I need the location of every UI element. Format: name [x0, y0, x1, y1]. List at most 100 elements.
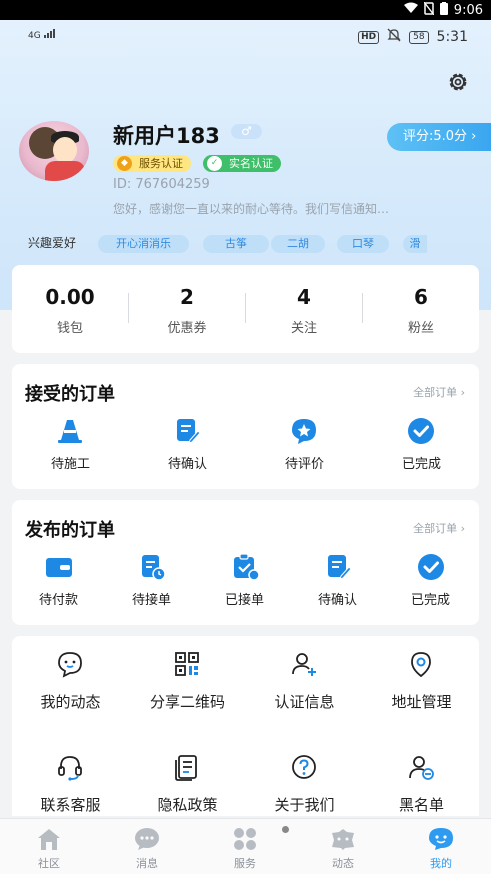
- moments-icon: [330, 827, 356, 851]
- tool-cert-info[interactable]: 认证信息: [246, 636, 363, 714]
- real-name-badge: ✓ 实名认证: [203, 155, 281, 172]
- stat-value: 6: [414, 285, 428, 309]
- home-icon: [36, 827, 62, 851]
- all-orders-link[interactable]: 全部订单 ›: [413, 520, 465, 536]
- avatar[interactable]: [19, 121, 89, 181]
- no-sim-icon: [423, 1, 435, 19]
- tab-services[interactable]: 服务: [196, 819, 294, 874]
- battery-level: 58: [409, 30, 429, 44]
- hobby-tag[interactable]: 滑: [403, 235, 427, 253]
- order-label: 待确认: [317, 593, 357, 608]
- stat-label: 优惠券: [167, 321, 207, 336]
- stat-coupons[interactable]: 2 优惠券: [129, 265, 245, 353]
- check-circle-icon: [406, 416, 436, 446]
- order-pending-construction[interactable]: 待施工: [12, 412, 129, 482]
- check-circle-icon: [416, 552, 446, 582]
- stat-fans[interactable]: 6 粉丝: [363, 265, 479, 353]
- order-label: 已接单: [224, 593, 264, 608]
- user-name: 新用户183: [113, 124, 220, 148]
- hobby-tag[interactable]: 古筝: [203, 235, 269, 253]
- gender-male-icon: ♂: [231, 124, 262, 139]
- tab-label: 我的: [430, 857, 452, 870]
- hobby-tag[interactable]: 开心消消乐: [98, 235, 189, 253]
- order-pending-confirm[interactable]: 待确认: [291, 548, 384, 618]
- order-completed[interactable]: 已完成: [384, 548, 477, 618]
- hobby-label: 兴趣爱好: [28, 236, 77, 250]
- stat-value: 0.00: [45, 285, 95, 309]
- system-status-bar: 9:06: [0, 0, 491, 20]
- order-label: 待付款: [38, 593, 78, 608]
- tab-label: 社区: [38, 857, 60, 870]
- tool-label: 联系客服: [40, 796, 101, 814]
- mute-bell-icon: [387, 28, 401, 46]
- hobby-tag[interactable]: 口琴: [337, 235, 389, 253]
- stat-value: 4: [297, 285, 311, 309]
- tool-customer-service[interactable]: 联系客服: [12, 739, 129, 817]
- bottom-tab-bar: 社区 消息 服务 动态 我的: [0, 818, 491, 874]
- tab-label: 动态: [332, 857, 354, 870]
- order-pending-review[interactable]: 待评价: [246, 412, 363, 482]
- tool-blacklist[interactable]: 黑名单: [363, 739, 480, 817]
- chat-face-icon: [56, 650, 84, 678]
- stat-following[interactable]: 4 关注: [246, 265, 362, 353]
- clipboard-icon: [230, 552, 260, 582]
- document-icon: [173, 753, 201, 781]
- order-label: 已完成: [410, 593, 450, 608]
- tools-card: 我的动态 分享二维码 认证信息 地址管理 联系客服 隐私政策 关于我们 黑名单: [12, 636, 479, 816]
- tool-address[interactable]: 地址管理: [363, 636, 480, 714]
- stat-label: 粉丝: [407, 321, 434, 336]
- stat-wallet[interactable]: 0.00 钱包: [12, 265, 128, 353]
- grid-icon: [232, 827, 258, 851]
- user-signature: 您好，感谢您一直以来的耐心等待。我们写信通知…: [113, 202, 390, 216]
- tool-privacy-policy[interactable]: 隐私政策: [129, 739, 246, 817]
- stat-label: 钱包: [56, 321, 83, 336]
- order-pending-confirm[interactable]: 待确认: [129, 412, 246, 482]
- tool-label: 认证信息: [274, 693, 335, 711]
- tool-label: 分享二维码: [149, 693, 225, 711]
- tool-my-moments[interactable]: 我的动态: [12, 636, 129, 714]
- order-label: 已完成: [401, 457, 441, 472]
- headset-icon: [56, 753, 84, 781]
- order-label: 待施工: [50, 457, 90, 472]
- inner-time: 5:31: [436, 29, 468, 45]
- tab-messages[interactable]: 消息: [98, 819, 196, 874]
- order-accepted[interactable]: 已接单: [198, 548, 291, 618]
- tool-label: 关于我们: [274, 796, 335, 814]
- tab-moments[interactable]: 动态: [294, 819, 392, 874]
- message-icon: [134, 827, 160, 851]
- published-orders-title: 发布的订单: [25, 520, 115, 541]
- tab-me[interactable]: 我的: [392, 819, 490, 874]
- user-block-icon: [407, 753, 435, 781]
- all-orders-link[interactable]: 全部订单 ›: [413, 384, 465, 400]
- tool-share-qr[interactable]: 分享二维码: [129, 636, 246, 714]
- tab-community[interactable]: 社区: [0, 819, 98, 874]
- settings-gear-icon[interactable]: [446, 70, 470, 94]
- diamond-icon: ◆: [117, 156, 132, 171]
- service-cert-label: 服务认证: [139, 157, 183, 170]
- order-completed[interactable]: 已完成: [363, 412, 480, 482]
- user-id: ID: 767604259: [113, 177, 210, 192]
- order-pending-payment[interactable]: 待付款: [12, 548, 105, 618]
- tool-label: 地址管理: [391, 693, 452, 711]
- shield-check-icon: ✓: [207, 156, 222, 171]
- tool-about-us[interactable]: 关于我们: [246, 739, 363, 817]
- service-cert-badge: ◆ 服务认证: [113, 155, 191, 172]
- order-label: 待评价: [284, 457, 324, 472]
- tab-label: 服务: [234, 857, 256, 870]
- received-orders-card: 接受的订单 全部订单 › 待施工 待确认 待评价 已完成: [12, 364, 479, 489]
- tab-label: 消息: [136, 857, 158, 870]
- user-add-icon: [290, 650, 318, 678]
- score-button[interactable]: 评分:5.0分 ›: [387, 123, 491, 151]
- hobby-tag[interactable]: 二胡: [271, 235, 325, 253]
- star-bubble-icon: [289, 416, 319, 446]
- clock-document-icon: [137, 552, 167, 582]
- wallet-icon: [44, 552, 74, 582]
- qr-code-icon: [173, 650, 201, 678]
- question-icon: [290, 753, 318, 781]
- stat-value: 2: [180, 285, 194, 309]
- tool-label: 我的动态: [40, 693, 101, 711]
- order-pending-accept[interactable]: 待接单: [105, 548, 198, 618]
- order-label: 待接单: [131, 593, 171, 608]
- received-orders-title: 接受的订单: [25, 384, 115, 405]
- system-time: 9:06: [453, 2, 483, 18]
